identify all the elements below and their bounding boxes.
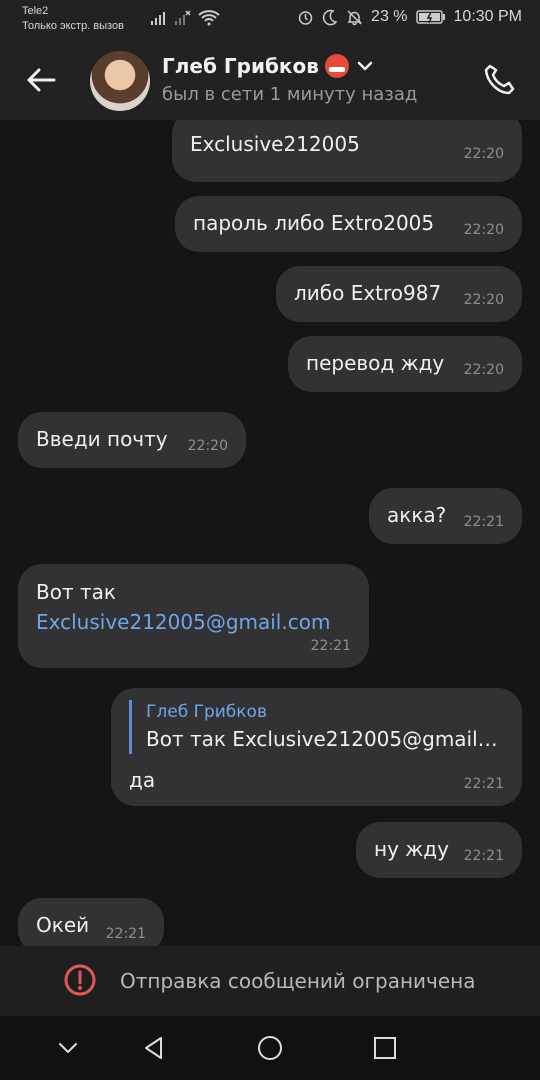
- message-text: Окей: [36, 913, 90, 937]
- outgoing-message[interactable]: пароль либо Extro2005 22:20: [175, 196, 522, 252]
- angry-face-icon: [324, 54, 349, 78]
- message-time: 22:21: [310, 638, 351, 654]
- outgoing-message[interactable]: ну жду 22:21: [356, 822, 522, 878]
- chat-header: Глеб Грибков был в сети 1 минуту назад: [0, 40, 540, 120]
- moon-icon: [322, 9, 338, 25]
- status-icons-left: [150, 10, 220, 26]
- back-triangle-icon[interactable]: [140, 1034, 168, 1062]
- outgoing-message[interactable]: либо Extro987 22:20: [276, 266, 522, 322]
- clock: 10:30 PM: [453, 8, 522, 25]
- message-text: либо Extro987: [294, 281, 442, 305]
- home-circle-icon[interactable]: [256, 1034, 284, 1062]
- contact-name-row[interactable]: Глеб Грибков: [162, 54, 375, 78]
- quoted-sender: Глеб Грибков: [146, 702, 267, 722]
- avatar[interactable]: [90, 51, 150, 111]
- message-text: Введи почту: [36, 427, 168, 451]
- outgoing-message[interactable]: перевод жду 22:20: [288, 336, 522, 392]
- carrier-name: Tele2: [22, 5, 49, 17]
- message-list[interactable]: Exclusive212005 22:20 пароль либо Extro2…: [0, 120, 540, 946]
- wifi-icon: [198, 10, 220, 26]
- battery-percent: 23 %: [371, 8, 408, 25]
- chevron-down-icon[interactable]: [54, 1034, 82, 1062]
- message-time: 22:20: [187, 438, 228, 454]
- quoted-message[interactable]: Глеб Грибков Вот так Exclusive212005@gma…: [129, 700, 501, 754]
- message-text: да: [129, 768, 156, 792]
- carrier-info: Tele2 Только экстр. вызов: [22, 4, 124, 34]
- email-link[interactable]: Exclusive212005@gmail.com: [36, 608, 330, 636]
- chevron-down-icon[interactable]: [355, 56, 375, 76]
- message-text: Вот так: [36, 580, 116, 604]
- message-time: 22:21: [105, 926, 146, 942]
- back-arrow-icon[interactable]: [24, 62, 60, 98]
- alarm-icon: [298, 10, 313, 25]
- message-text: пароль либо Extro2005: [193, 211, 435, 235]
- messaging-restricted-banner: Отправка сообщений ограничена: [0, 946, 540, 1016]
- message-text: Exclusive212005: [190, 132, 360, 156]
- message-time: 22:20: [463, 222, 504, 238]
- quoted-text: Вот так Exclusive212005@gmail....: [146, 727, 501, 751]
- message-text: ну жду: [374, 837, 449, 861]
- carrier-status: Только экстр. вызов: [22, 20, 124, 32]
- message-text: акка?: [387, 503, 447, 527]
- system-nav-bar: [0, 1016, 540, 1080]
- contact-name: Глеб Грибков: [162, 54, 319, 78]
- incoming-message[interactable]: Окей 22:21: [18, 898, 164, 946]
- incoming-message[interactable]: Вот так Exclusive212005@gmail.com 22:21: [18, 564, 369, 668]
- outgoing-message[interactable]: Exclusive212005 22:20: [172, 120, 522, 182]
- message-time: 22:20: [463, 362, 504, 378]
- outgoing-message[interactable]: акка? 22:21: [369, 488, 522, 544]
- status-icons-right: 23 % 10:30 PM: [297, 8, 522, 26]
- warning-circle-icon: [64, 964, 96, 996]
- no-signal-icon: [175, 10, 191, 25]
- restricted-message: Отправка сообщений ограничена: [120, 969, 476, 993]
- message-time: 22:21: [463, 514, 504, 530]
- message-time: 22:21: [463, 848, 504, 864]
- message-text: перевод жду: [306, 351, 445, 375]
- message-time: 22:20: [463, 292, 504, 308]
- presence-status: был в сети 1 минуту назад: [162, 84, 418, 105]
- phone-call-icon[interactable]: [480, 60, 520, 100]
- status-bar: Tele2 Только экстр. вызов 23 % 10:30 PM: [0, 0, 540, 40]
- signal-icon: [151, 12, 165, 25]
- incoming-message[interactable]: Введи почту 22:20: [18, 412, 246, 468]
- recent-apps-square-icon[interactable]: [371, 1034, 399, 1062]
- outgoing-reply-message[interactable]: Глеб Грибков Вот так Exclusive212005@gma…: [111, 688, 522, 806]
- battery-icon: [415, 10, 445, 24]
- message-time: 22:21: [463, 776, 504, 792]
- mute-bell-icon: [347, 9, 362, 25]
- message-time: 22:20: [463, 146, 504, 162]
